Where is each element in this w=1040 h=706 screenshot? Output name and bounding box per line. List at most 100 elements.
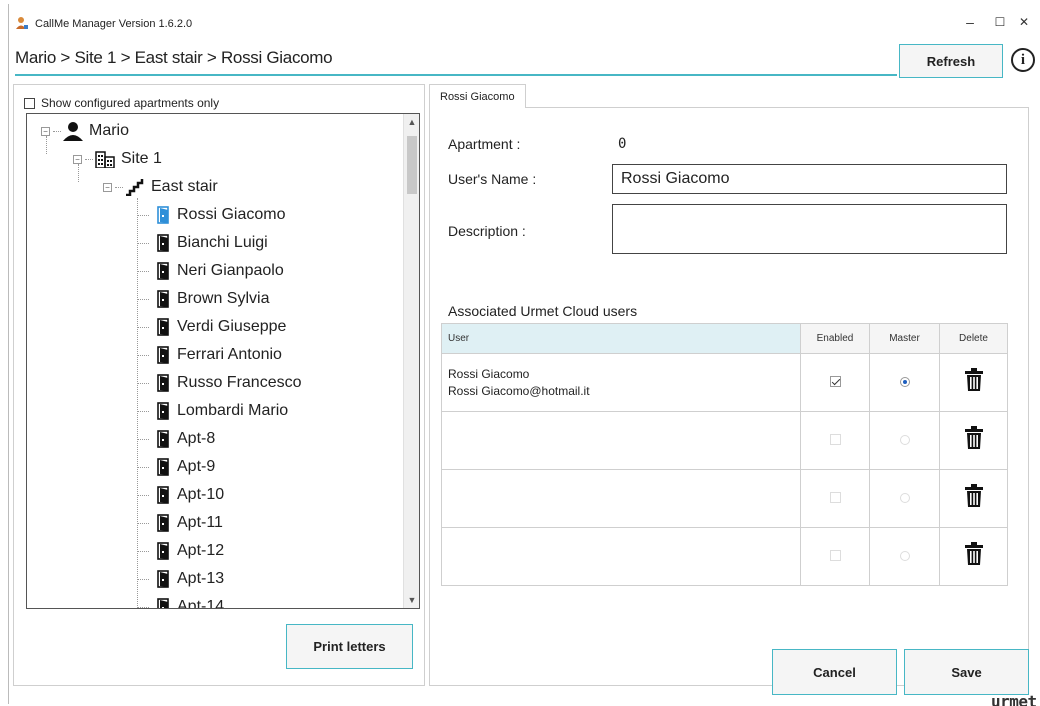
tree-item-label: Apt-9 <box>177 458 216 475</box>
info-icon[interactable]: i <box>1011 48 1035 72</box>
tree-node-site[interactable]: − Site 1 <box>73 146 162 172</box>
print-letters-button[interactable]: Print letters <box>286 624 413 669</box>
enabled-checkbox[interactable] <box>829 433 841 445</box>
table-header-row: User Enabled Master Delete <box>441 323 1008 354</box>
stairs-icon <box>125 178 145 196</box>
tree-item-label: Rossi Giacomo <box>177 206 286 223</box>
description-input[interactable] <box>612 204 1007 254</box>
tree-guide <box>137 466 149 468</box>
column-header-user: User <box>441 323 801 354</box>
table-row: Rossi Giacomo Rossi Giacomo@hotmail.it <box>441 353 1008 412</box>
enabled-checkbox[interactable] <box>829 491 841 503</box>
apartment-label: Apartment : <box>448 136 521 152</box>
users-name-input[interactable] <box>612 164 1007 194</box>
tree-item-apartment[interactable]: Apt-12 <box>137 538 224 564</box>
user-cell <box>441 411 801 470</box>
scroll-up-icon[interactable]: ▲ <box>404 114 419 130</box>
trash-icon[interactable] <box>964 484 984 513</box>
master-radio[interactable] <box>899 492 910 503</box>
tree-item-apartment[interactable]: Ferrari Antonio <box>137 342 282 368</box>
tree-guide <box>137 270 149 272</box>
master-cell <box>869 353 940 412</box>
tab-apartment[interactable]: Rossi Giacomo <box>429 84 526 108</box>
configured-only-checkbox[interactable] <box>24 97 35 109</box>
title-bar: CallMe Manager Version 1.6.2.0 – ☐ ✕ <box>9 4 1037 40</box>
users-name-label: User's Name : <box>448 171 537 187</box>
tree-scrollbar[interactable]: ▲ ▼ <box>403 114 419 608</box>
door-icon <box>157 346 171 364</box>
minimize-button[interactable]: – <box>955 10 985 34</box>
tree-item-apartment[interactable]: Verdi Giuseppe <box>137 314 286 340</box>
configured-only-filter[interactable]: Show configured apartments only <box>24 96 219 110</box>
urmet-logo: urmet <box>991 692 1037 706</box>
tree-node-stair[interactable]: − East stair <box>103 174 218 200</box>
door-icon <box>157 570 171 588</box>
trash-icon[interactable] <box>964 368 984 397</box>
master-cell <box>869 411 940 470</box>
tree-item-apartment[interactable]: Lombardi Mario <box>137 398 288 424</box>
tree-guide <box>137 382 149 384</box>
tree-item-apartment[interactable]: Apt-11 <box>137 510 223 536</box>
master-cell <box>869 527 940 586</box>
trash-icon[interactable] <box>964 542 984 571</box>
tree-item-apartment[interactable]: Rossi Giacomo <box>137 202 285 228</box>
master-radio[interactable] <box>899 550 910 561</box>
master-radio[interactable] <box>899 434 910 445</box>
building-icon <box>95 150 115 168</box>
app-window: CallMe Manager Version 1.6.2.0 – ☐ ✕ Mar… <box>8 4 1037 706</box>
tree-item-apartment[interactable]: Apt-9 <box>137 454 215 480</box>
tree-guide <box>137 410 149 412</box>
user-cell <box>441 527 801 586</box>
door-icon <box>157 430 171 448</box>
door-icon <box>157 374 171 392</box>
window-title: CallMe Manager Version 1.6.2.0 <box>35 18 193 30</box>
tree-guide <box>137 550 149 552</box>
tree-item-apartment[interactable]: Russo Francesco <box>137 370 302 396</box>
tree-item-apartment[interactable]: Apt-10 <box>137 482 224 508</box>
collapse-icon[interactable]: − <box>41 126 50 136</box>
door-icon <box>157 514 171 532</box>
collapse-icon[interactable]: − <box>73 154 82 164</box>
column-header-master: Master <box>869 323 940 354</box>
tree-item-apartment[interactable]: Apt-13 <box>137 566 224 592</box>
door-icon <box>157 290 171 308</box>
enabled-checkbox[interactable] <box>829 549 841 561</box>
table-row <box>441 469 1008 528</box>
column-header-delete: Delete <box>939 323 1008 354</box>
app-user-icon <box>16 17 28 29</box>
enabled-cell <box>800 527 870 586</box>
scroll-thumb[interactable] <box>407 136 417 194</box>
tree-guide <box>137 242 149 244</box>
tree-node-label: East stair <box>151 178 218 195</box>
tree-item-apartment[interactable]: Neri Gianpaolo <box>137 258 284 284</box>
enabled-checkbox[interactable] <box>829 375 841 387</box>
tree-item-apartment[interactable]: Apt-8 <box>137 426 215 452</box>
column-header-enabled: Enabled <box>800 323 870 354</box>
delete-cell <box>939 411 1008 470</box>
tree-item-apartment[interactable]: Bianchi Luigi <box>137 230 268 256</box>
apartment-tree[interactable]: − Mario − Site 1 − East stair Rossi Giac… <box>26 113 420 609</box>
tree-item-label: Apt-8 <box>177 430 216 447</box>
tree-node-label: Site 1 <box>121 150 162 167</box>
tree-item-label: Apt-10 <box>177 486 225 503</box>
cancel-button[interactable]: Cancel <box>772 649 897 695</box>
collapse-icon[interactable]: − <box>103 182 112 192</box>
door-icon <box>157 402 171 420</box>
master-radio[interactable] <box>899 376 910 387</box>
enabled-cell <box>800 469 870 528</box>
tree-item-apartment[interactable]: Apt-14 <box>137 594 224 608</box>
refresh-button[interactable]: Refresh <box>899 44 1003 78</box>
trash-icon[interactable] <box>964 426 984 455</box>
tree-node-root[interactable]: − Mario <box>41 118 129 144</box>
door-icon <box>157 234 171 252</box>
tree-guide <box>137 298 149 300</box>
tree-item-apartment[interactable]: Brown Sylvia <box>137 286 269 312</box>
door-icon <box>157 206 171 224</box>
close-button[interactable]: ✕ <box>1009 10 1039 34</box>
scroll-down-icon[interactable]: ▼ <box>404 592 419 608</box>
tree-guide <box>137 578 149 580</box>
enabled-cell <box>800 411 870 470</box>
user-cell: Rossi Giacomo Rossi Giacomo@hotmail.it <box>441 353 801 412</box>
delete-cell <box>939 353 1008 412</box>
save-button[interactable]: Save <box>904 649 1029 695</box>
